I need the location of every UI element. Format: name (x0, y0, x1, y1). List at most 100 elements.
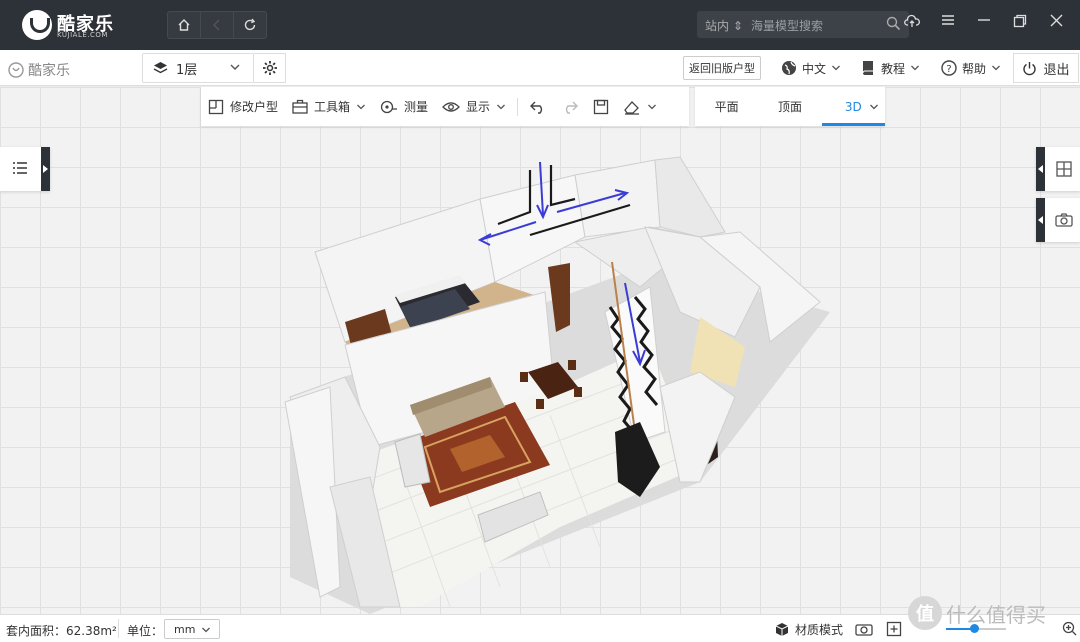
undo-button[interactable] (522, 87, 554, 126)
help-icon: ? (941, 60, 957, 76)
nav-button-group (167, 11, 267, 39)
toolbox-label: 工具箱 (314, 100, 351, 114)
chevron-down-icon (497, 104, 506, 109)
right-panel-camera-toggle[interactable] (1036, 198, 1080, 242)
exit-button[interactable]: 退出 (1013, 53, 1079, 83)
book-icon (862, 61, 873, 75)
menu-icon[interactable] (930, 14, 966, 28)
tab-top[interactable]: 顶面 (758, 87, 821, 126)
floor-select[interactable]: 1层 (142, 53, 254, 83)
house-3d-model (284, 156, 830, 614)
chevron-down-icon (648, 104, 657, 109)
modify-layout-label: 修改户型 (230, 100, 279, 114)
brand-small: 酷家乐 (8, 60, 70, 80)
refresh-button[interactable] (234, 12, 266, 38)
layers-icon (153, 62, 168, 74)
watermark-logo: 值 (908, 596, 942, 630)
material-mode-button[interactable]: 材质模式 (775, 621, 843, 638)
left-panel-toggle[interactable] (0, 147, 50, 191)
panel-handle[interactable] (41, 147, 50, 191)
3d-viewport[interactable]: 修改户型 工具箱 测量 显示 平面 顶面 3D (0, 87, 1080, 614)
panel-handle[interactable] (1036, 147, 1045, 191)
eraser-menu[interactable] (616, 87, 664, 126)
minimize-icon[interactable] (966, 14, 1002, 28)
unit-value: mm (174, 622, 196, 636)
chevron-down-icon (357, 104, 365, 109)
list-icon (13, 162, 27, 174)
home-button[interactable] (168, 12, 201, 38)
app-logo-subtext: KUJIALE.COM (57, 31, 108, 39)
main-toolbar: 酷家乐 1层 返回旧版户型 中文 教程 ? 帮助 退出 (0, 50, 1080, 86)
home-icon (178, 19, 190, 31)
tutorial-label: 教程 (881, 61, 906, 76)
search-input[interactable]: 海量模型搜索 (751, 17, 823, 34)
view-tabs: 平面 顶面 3D (695, 87, 886, 126)
power-icon (1023, 61, 1037, 75)
toolbox-icon (292, 99, 308, 114)
help-menu[interactable]: ? 帮助 (941, 56, 1001, 80)
help-label: 帮助 (962, 61, 987, 76)
tutorial-menu[interactable]: 教程 (862, 56, 920, 80)
old-layout-button[interactable]: 返回旧版户型 (683, 56, 761, 80)
display-menu[interactable]: 显示 (435, 87, 513, 126)
language-select[interactable]: 中文 (781, 56, 841, 80)
fit-view-icon[interactable] (886, 621, 902, 637)
redo-button[interactable] (554, 87, 586, 126)
search-box[interactable]: 站内 ⇕ 海量模型搜索 (697, 11, 909, 38)
unit-select[interactable]: mm (164, 619, 220, 639)
right-panel-layout-toggle[interactable] (1036, 147, 1080, 191)
modify-layout-button[interactable]: 修改户型 (201, 87, 285, 126)
eye-icon (442, 101, 460, 112)
floor-settings-button[interactable] (254, 53, 286, 83)
tab-3d[interactable]: 3D (821, 87, 886, 126)
watermark-text: 什么值得买 (946, 602, 1046, 627)
floor-area-text: 套内面积：62.38m² (6, 624, 117, 638)
kujiale-small-logo-icon (8, 62, 24, 78)
chevron-down-icon (230, 64, 240, 70)
panel-handle[interactable] (1036, 198, 1045, 242)
measure-label: 测量 (404, 100, 429, 114)
divider (517, 97, 519, 116)
eraser-icon (624, 100, 640, 115)
brand-small-text: 酷家乐 (28, 63, 70, 79)
tab-plan[interactable]: 平面 (695, 87, 758, 126)
floor-label: 1层 (176, 62, 198, 78)
redo-icon (565, 101, 579, 114)
exit-label: 退出 (1043, 62, 1070, 78)
svg-text:?: ? (946, 64, 951, 75)
design-tools-bar: 修改户型 工具箱 测量 显示 (201, 87, 689, 126)
layout-grid-icon (1056, 161, 1072, 177)
display-label: 显示 (466, 100, 491, 114)
back-button[interactable] (201, 12, 234, 38)
kujiale-logo-icon (22, 10, 52, 40)
gear-icon (262, 61, 277, 75)
caret-left-icon (1038, 165, 1043, 173)
undo-icon (530, 101, 543, 114)
save-button[interactable] (586, 87, 616, 126)
title-bar: 酷家乐 KUJIALE.COM 站内 ⇕ 海量模型搜索 (0, 0, 1080, 50)
camera-icon (1055, 213, 1073, 227)
watermark: 值 什么值得买 (908, 596, 1046, 630)
save-icon (593, 99, 609, 114)
screenshot-icon[interactable] (855, 622, 873, 636)
cloud-upload-icon[interactable] (894, 14, 930, 28)
zoom-in-icon[interactable] (1062, 621, 1077, 636)
refresh-icon (244, 18, 256, 31)
tape-measure-icon (380, 100, 398, 113)
tab-3d-label: 3D (844, 99, 862, 114)
caret-right-icon (43, 165, 48, 173)
search-scope-label: 站内 (705, 19, 730, 33)
floorplan-icon (208, 99, 224, 114)
toolbox-menu[interactable]: 工具箱 (285, 87, 373, 126)
globe-icon (782, 61, 796, 75)
search-scope-select[interactable]: 站内 ⇕ (705, 17, 743, 34)
divider (118, 619, 119, 638)
measure-button[interactable]: 测量 (373, 87, 435, 126)
close-icon[interactable] (1038, 14, 1074, 28)
window-controls (894, 14, 1074, 28)
cube-icon (775, 623, 789, 636)
chevron-down-icon (992, 65, 1000, 71)
chevron-down-icon[interactable] (869, 102, 879, 112)
restore-icon[interactable] (1002, 14, 1038, 28)
material-mode-label: 材质模式 (795, 623, 844, 637)
